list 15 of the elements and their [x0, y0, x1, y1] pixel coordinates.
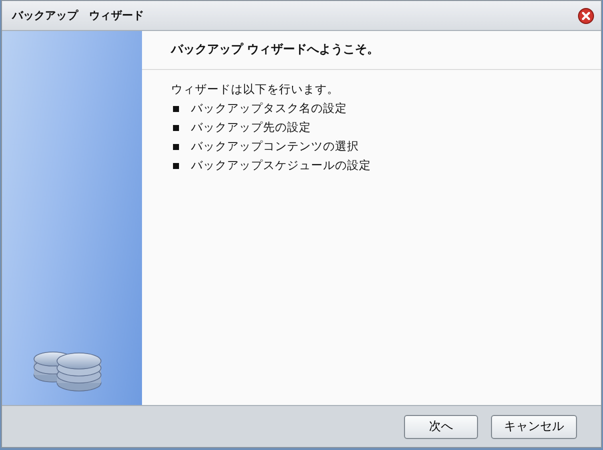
bullet-icon — [173, 144, 179, 150]
bullet-icon — [173, 162, 179, 168]
step-text: バックアップ先の設定 — [191, 120, 311, 135]
cancel-button[interactable]: キャンセル — [491, 414, 577, 438]
close-icon — [578, 8, 594, 24]
intro-text: ウィザードは以下を行います。 — [171, 81, 340, 98]
step-text: バックアップコンテンツの選択 — [191, 139, 359, 154]
bullet-icon — [173, 106, 179, 112]
step-text: バックアップタスク名の設定 — [191, 101, 347, 116]
step-text: バックアップスケジュールの設定 — [191, 158, 371, 173]
bullet-icon — [173, 124, 179, 130]
next-button[interactable]: 次へ — [404, 414, 478, 438]
welcome-heading: バックアップ ウィザードへようこそ。 — [142, 31, 601, 70]
close-button[interactable] — [578, 8, 594, 24]
window-title: バックアップ ウィザード — [12, 8, 144, 23]
